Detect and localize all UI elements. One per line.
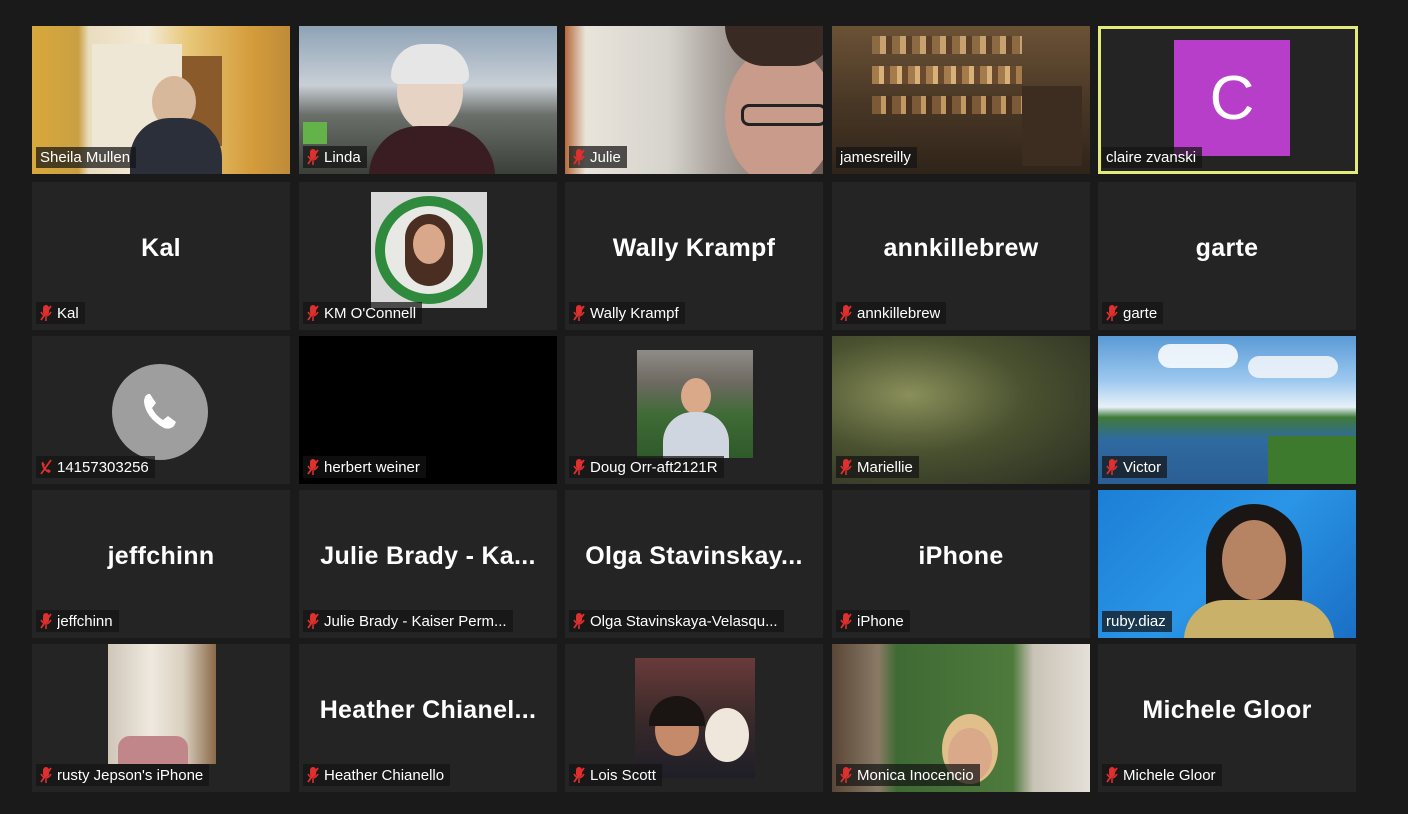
participant-display-name: Kal — [141, 234, 181, 262]
participant-grid: Sheila Mullen Linda Julie jamesreilly C … — [32, 26, 1358, 792]
participant-name-label: jeffchinn — [36, 610, 119, 632]
mic-muted-icon — [573, 459, 585, 475]
participant-tile-wally-krampf[interactable]: Wally Krampf Wally Krampf — [565, 182, 823, 330]
profile-photo — [637, 350, 753, 458]
participant-display-name: Julie Brady - Ka... — [320, 542, 536, 570]
participant-tile-linda[interactable]: Linda — [299, 26, 557, 174]
participant-tile-jamesreilly[interactable]: jamesreilly — [832, 26, 1090, 174]
participant-tile-olga-stavinskaya[interactable]: Olga Stavinskay... Olga Stavinskaya-Vela… — [565, 490, 823, 638]
phone-muted-icon — [40, 459, 52, 475]
participant-name-label: ruby.diaz — [1102, 611, 1172, 632]
participant-tile-iphone[interactable]: iPhone iPhone — [832, 490, 1090, 638]
mic-muted-icon — [573, 613, 585, 629]
participant-tile-jeffchinn[interactable]: jeffchinn jeffchinn — [32, 490, 290, 638]
participant-name-label: Kal — [36, 302, 85, 324]
participant-name-label: Olga Stavinskaya-Velasqu... — [569, 610, 784, 632]
participant-display-name: Wally Krampf — [612, 234, 776, 262]
participant-name-label: Victor — [1102, 456, 1168, 478]
participant-tile-doug-orr[interactable]: Doug Orr-aft2121R — [565, 336, 823, 484]
mic-muted-icon — [840, 459, 852, 475]
participant-name-label: jamesreilly — [836, 147, 917, 168]
participant-name-label: KM O'Connell — [303, 302, 423, 324]
participant-tile-julie-brady[interactable]: Julie Brady - Ka... Julie Brady - Kaiser… — [299, 490, 557, 638]
participant-name-label: garte — [1102, 302, 1164, 324]
mic-muted-icon — [40, 767, 52, 783]
mic-muted-icon — [1106, 767, 1118, 783]
participant-tile-rusty-jepson[interactable]: rusty Jepson's iPhone — [32, 644, 290, 792]
participant-name-label: herbert weiner — [303, 456, 426, 478]
profile-photo — [371, 192, 487, 308]
meeting-gallery-view: Sheila Mullen Linda Julie jamesreilly C … — [4, 4, 1404, 810]
mic-muted-icon — [40, 305, 52, 321]
participant-tile-lois-scott[interactable]: Lois Scott — [565, 644, 823, 792]
participant-name-label: rusty Jepson's iPhone — [36, 764, 210, 786]
participant-name-label: Michele Gloor — [1102, 764, 1222, 786]
participant-tile-herbert-weiner[interactable]: herbert weiner — [299, 336, 557, 484]
participant-display-name: Michele Gloor — [1142, 696, 1312, 724]
mic-muted-icon — [307, 149, 319, 165]
participant-name-label: Doug Orr-aft2121R — [569, 456, 724, 478]
participant-display-name: Olga Stavinskay... — [585, 542, 803, 570]
participant-name-label: iPhone — [836, 610, 910, 632]
mic-muted-icon — [307, 305, 319, 321]
participant-name-label: Julie Brady - Kaiser Perm... — [303, 610, 513, 632]
participant-name-label: Lois Scott — [569, 764, 662, 786]
participant-name-label: Linda — [303, 146, 367, 168]
participant-name-label: annkillebrew — [836, 302, 947, 324]
phone-icon — [144, 394, 176, 429]
participant-tile-mariellie[interactable]: Mariellie — [832, 336, 1090, 484]
mic-muted-icon — [307, 613, 319, 629]
profile-photo — [108, 644, 216, 764]
mic-muted-icon — [1106, 459, 1118, 475]
participant-tile-heather-chianello[interactable]: Heather Chianel... Heather Chianello — [299, 644, 557, 792]
phone-avatar — [112, 364, 208, 460]
participant-name-label: Heather Chianello — [303, 764, 451, 786]
participant-name-label: Wally Krampf — [569, 302, 685, 324]
participant-tile-michele-gloor[interactable]: Michele Gloor Michele Gloor — [1098, 644, 1356, 792]
mic-muted-icon — [1106, 305, 1118, 321]
participant-tile-ruby-diaz[interactable]: ruby.diaz — [1098, 490, 1356, 638]
mic-muted-icon — [840, 613, 852, 629]
participant-name-label: Monica Inocencio — [836, 764, 980, 786]
participant-tile-sheila-mullen[interactable]: Sheila Mullen — [32, 26, 290, 174]
participant-tile-km-oconnell[interactable]: KM O'Connell — [299, 182, 557, 330]
participant-name-label: Mariellie — [836, 456, 919, 478]
participant-display-name: jeffchinn — [107, 542, 215, 570]
mic-muted-icon — [573, 767, 585, 783]
mic-muted-icon — [573, 149, 585, 165]
mic-muted-icon — [840, 305, 852, 321]
participant-name-label: Sheila Mullen — [36, 147, 137, 168]
participant-display-name: annkillebrew — [883, 234, 1039, 262]
participant-name-label: 14157303256 — [36, 456, 155, 478]
participant-tile-monica-inocencio[interactable]: Monica Inocencio — [832, 644, 1090, 792]
mic-muted-icon — [307, 767, 319, 783]
participant-display-name: iPhone — [918, 542, 1004, 570]
participant-tile-garte[interactable]: garte garte — [1098, 182, 1356, 330]
participant-tile-phone-caller[interactable]: 14157303256 — [32, 336, 290, 484]
participant-tile-claire-zvanski-active-speaker[interactable]: C claire zvanski — [1098, 26, 1358, 174]
participant-name-label: claire zvanski — [1102, 147, 1203, 168]
participant-tile-julie[interactable]: Julie — [565, 26, 823, 174]
profile-photo — [635, 658, 755, 778]
mic-muted-icon — [40, 613, 52, 629]
mic-muted-icon — [573, 305, 585, 321]
participant-tile-annkillebrew[interactable]: annkillebrew annkillebrew — [832, 182, 1090, 330]
participant-tile-victor[interactable]: Victor — [1098, 336, 1356, 484]
participant-name-label: Julie — [569, 146, 627, 168]
participant-display-name: Heather Chianel... — [319, 696, 537, 724]
participant-tile-kal[interactable]: Kal Kal — [32, 182, 290, 330]
participant-display-name: garte — [1195, 234, 1259, 262]
mic-muted-icon — [307, 459, 319, 475]
avatar: C — [1174, 40, 1290, 156]
mic-muted-icon — [840, 767, 852, 783]
